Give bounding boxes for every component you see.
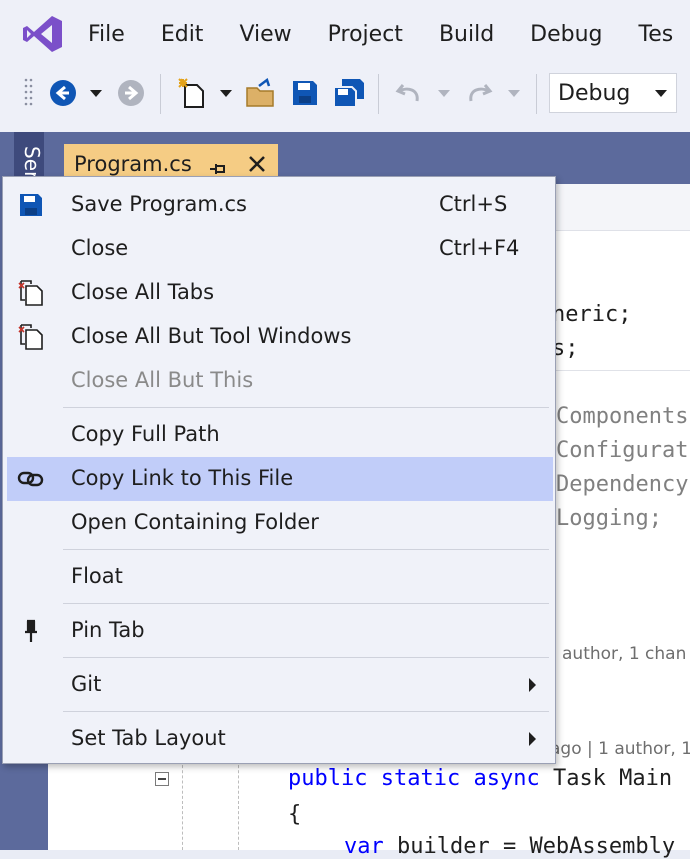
- menu-project[interactable]: Project: [328, 22, 403, 47]
- open-folder-icon[interactable]: [244, 76, 278, 110]
- side-tab-label: Ser: [20, 146, 44, 180]
- menu-item-set-tab-layout[interactable]: Set Tab Layout: [7, 717, 553, 761]
- indent-guide: [238, 760, 239, 850]
- back-icon[interactable]: [48, 78, 78, 108]
- menu-item-copy-link[interactable]: Copy Link to This File: [7, 457, 553, 501]
- chevron-down-icon: [655, 90, 667, 97]
- redo-dropdown-icon[interactable]: [506, 86, 522, 100]
- undo-icon[interactable]: [394, 78, 424, 108]
- collapse-icon[interactable]: [155, 772, 169, 786]
- menu-item-pin-tab[interactable]: Pin Tab: [7, 609, 553, 653]
- title-menu-area: File Edit View Project Build Debug Tes D…: [0, 0, 690, 132]
- save-icon: [17, 191, 45, 219]
- menu-build[interactable]: Build: [439, 22, 494, 47]
- code-line-builder: var builder = WebAssembly: [344, 834, 676, 859]
- menu-item-close[interactable]: Close Ctrl+F4: [7, 227, 553, 271]
- menu-item-open-containing-folder[interactable]: Open Containing Folder: [7, 501, 553, 545]
- link-icon: [17, 465, 45, 493]
- menu-edit[interactable]: Edit: [161, 22, 204, 47]
- code-line: Dependency: [556, 472, 689, 497]
- menu-test[interactable]: Tes: [639, 22, 674, 47]
- menu-bar: File Edit View Project Build Debug Tes: [88, 14, 690, 54]
- menu-item-save[interactable]: Save Program.cs Ctrl+S: [7, 183, 553, 227]
- indent-guide: [182, 760, 183, 850]
- new-project-icon[interactable]: [176, 76, 208, 110]
- codelens-info[interactable]: author, 1 chan: [562, 644, 686, 664]
- menu-debug[interactable]: Debug: [530, 22, 602, 47]
- visual-studio-logo-icon[interactable]: [22, 14, 64, 54]
- code-line: Configurat: [556, 438, 689, 463]
- toolbar-grip-icon[interactable]: [22, 76, 36, 112]
- codelens-info[interactable]: ago | 1 author, 1: [550, 739, 690, 759]
- save-icon[interactable]: [290, 78, 320, 108]
- menu-item-close-all-tabs[interactable]: Close All Tabs: [7, 271, 553, 315]
- menu-item-float[interactable]: Float: [7, 555, 553, 599]
- redo-icon[interactable]: [464, 78, 494, 108]
- tab-context-menu: Save Program.cs Ctrl+S Close Ctrl+F4 Clo…: [2, 176, 556, 764]
- close-all-but-tool-icon: [17, 323, 45, 351]
- submenu-arrow-icon: [529, 678, 536, 692]
- menu-item-close-all-but-tool-windows[interactable]: Close All But Tool Windows: [7, 315, 553, 359]
- undo-dropdown-icon[interactable]: [436, 86, 452, 100]
- code-line: neric;: [552, 302, 632, 327]
- menu-separator: [63, 711, 549, 712]
- code-line: Logging;: [556, 506, 662, 531]
- menu-file[interactable]: File: [88, 22, 125, 47]
- menu-view[interactable]: View: [239, 22, 291, 47]
- pin-icon: [17, 617, 45, 645]
- menu-separator: [63, 549, 549, 550]
- forward-icon[interactable]: [116, 78, 146, 108]
- menu-separator: [63, 657, 549, 658]
- back-dropdown-icon[interactable]: [88, 86, 104, 100]
- menu-separator: [63, 603, 549, 604]
- submenu-arrow-icon: [529, 732, 536, 746]
- menu-item-close-all-but-this: Close All But This: [71, 368, 254, 392]
- menu-item-copy-full-path[interactable]: Copy Full Path: [7, 413, 553, 457]
- code-line: Components: [556, 404, 689, 429]
- new-dropdown-icon[interactable]: [218, 86, 234, 100]
- code-line-method: public static async Task Main: [288, 766, 673, 791]
- solution-configuration-select[interactable]: Debug: [549, 73, 677, 113]
- tab-title: Program.cs: [74, 152, 192, 176]
- code-line-brace: {: [288, 802, 302, 827]
- close-all-tabs-icon: [17, 279, 45, 307]
- save-all-icon[interactable]: [332, 76, 366, 110]
- menu-item-git[interactable]: Git: [7, 663, 553, 707]
- configuration-value: Debug: [558, 80, 631, 106]
- menu-separator: [63, 407, 549, 408]
